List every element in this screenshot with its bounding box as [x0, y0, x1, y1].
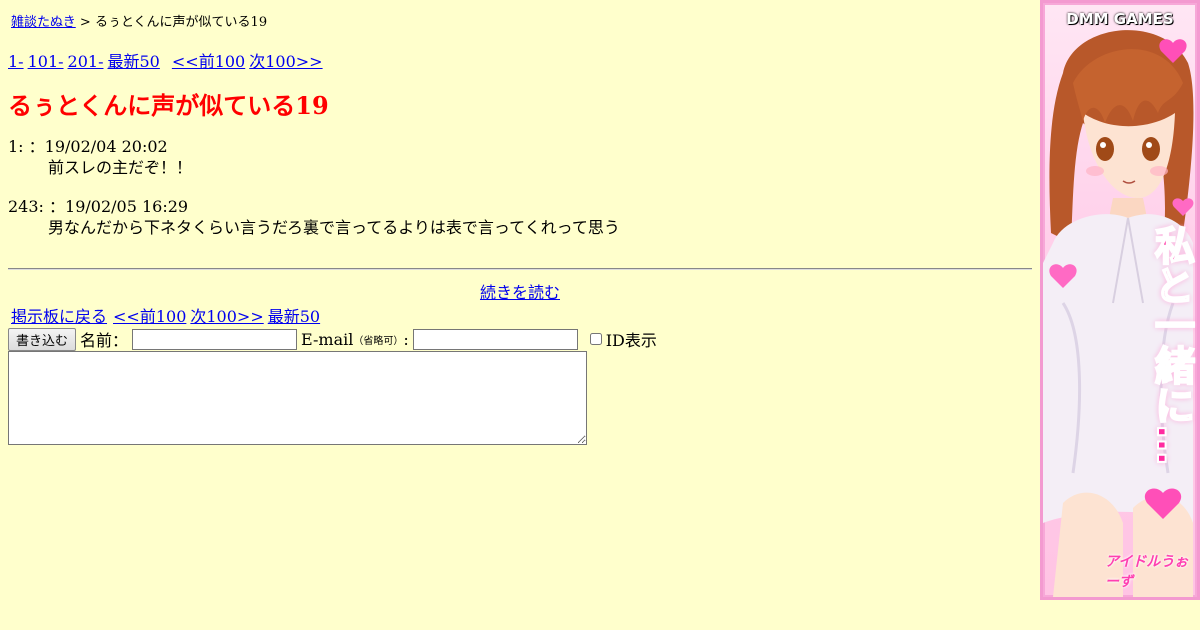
ad-slogan: 私と一緒に… [1147, 224, 1195, 466]
email-field[interactable] [412, 328, 578, 350]
email-label: E-mail [301, 329, 354, 349]
post-body: 前スレの主だぞ！！ [48, 158, 193, 177]
read-more: 続きを読む [8, 279, 1032, 303]
ad-brand: DMM GAMES [1066, 10, 1174, 28]
pager-next-100-bottom[interactable]: 次100>> [190, 307, 263, 326]
pager-prev-100-bottom[interactable]: <<前100 [113, 307, 186, 326]
post-form-row: 書き込む 名前： E-mail （省略可） : ID表示 [8, 327, 657, 351]
pager-link-101[interactable]: 101- [28, 52, 64, 71]
id-display-label: ID表示 [605, 331, 657, 350]
message-textarea[interactable] [8, 351, 587, 445]
email-note: （省略可） [353, 335, 404, 347]
pager-link-1[interactable]: 1- [8, 52, 24, 71]
read-more-link[interactable]: 続きを読む [480, 283, 560, 302]
breadcrumb: 雑談たぬき > るぅとくんに声が似ている19 [11, 11, 267, 30]
pager-link-latest50[interactable]: 最新50 [108, 52, 160, 71]
name-label: 名前： [80, 331, 129, 350]
back-to-board-link[interactable]: 掲示板に戻る [11, 307, 107, 326]
ad-game-logo: アイドルうぉーず [1105, 554, 1189, 590]
breadcrumb-current: るぅとくんに声が似ている19 [94, 15, 268, 30]
id-display-checkbox[interactable] [589, 333, 602, 345]
name-field[interactable] [132, 328, 298, 350]
pager-prev-100[interactable]: <<前100 [172, 52, 245, 71]
banner-ad[interactable]: DMM GAMES 私と一緒に… アイドルうぉーず [1040, 0, 1200, 600]
pager-link-201[interactable]: 201- [68, 52, 104, 71]
divider [8, 268, 1032, 270]
breadcrumb-separator: > [79, 15, 91, 30]
pager-top: 1- 101- 201- 最新50 <<前100 次100>> [8, 48, 327, 72]
email-colon: : [403, 329, 409, 349]
post-body: 男なんだから下ネタくらい言うだろ裏で言ってるよりは表で言ってくれって思う [48, 218, 620, 237]
submit-button[interactable]: 書き込む [8, 327, 76, 351]
pager-latest50-bottom[interactable]: 最新50 [268, 307, 320, 326]
thread-title: るぅとくんに声が似ている19 [8, 91, 329, 120]
pager-next-100[interactable]: 次100>> [249, 52, 322, 71]
board-link[interactable]: 雑談たぬき [11, 15, 76, 30]
pager-bottom: 掲示板に戻る <<前100 次100>> 最新50 [11, 303, 324, 327]
